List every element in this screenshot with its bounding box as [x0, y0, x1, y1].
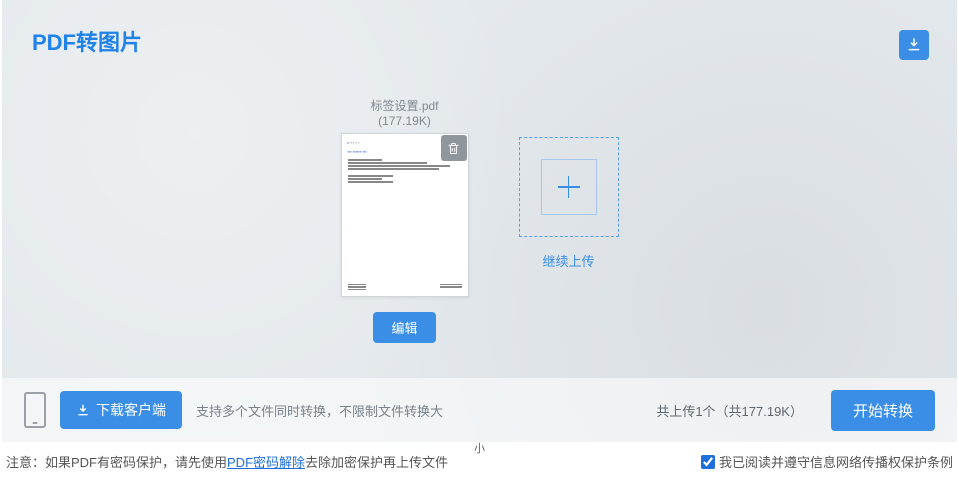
trash-icon: [446, 141, 461, 156]
bottom-bar: 下载客户端 支持多个文件同时转换，不限制文件转换大 共上传1个（共177.19K…: [2, 378, 957, 442]
download-tip: 支持多个文件同时转换，不限制文件转换大: [196, 401, 443, 420]
edit-button[interactable]: 编辑: [373, 312, 435, 343]
agree-label: 我已阅读并遵守信息网络传播权保护条例: [719, 452, 953, 471]
main-panel: PDF转图片 标签设置.pdf (177.19K) ▸ ▪ ▪ ▪ ▪▪▪ ▪▪…: [2, 0, 957, 442]
agree-checkbox[interactable]: [701, 455, 715, 469]
page-title: PDF转图片: [32, 25, 927, 57]
file-size: (177.19K): [341, 114, 469, 128]
content-area: 标签设置.pdf (177.19K) ▸ ▪ ▪ ▪ ▪▪▪ ▪▪▪ ▪▪▪▪▪…: [32, 97, 927, 343]
agree-wrap[interactable]: 我已阅读并遵守信息网络传播权保护条例: [701, 452, 953, 471]
file-name: 标签设置.pdf: [341, 97, 469, 114]
download-client-button[interactable]: 下载客户端: [60, 391, 182, 429]
add-more-label: 继续上传: [519, 251, 619, 270]
small-hint: 小: [474, 440, 485, 456]
notice-prefix: 注意：如果PDF有密码保护，请先使用: [6, 452, 227, 471]
add-more-area[interactable]: 继续上传: [519, 137, 619, 343]
add-more-box[interactable]: [519, 137, 619, 237]
file-item: 标签设置.pdf (177.19K) ▸ ▪ ▪ ▪ ▪▪▪ ▪▪▪ ▪▪▪▪▪…: [341, 97, 469, 343]
phone-icon: [24, 392, 46, 428]
notice-suffix: 去除加密保护再上传文件: [305, 452, 448, 471]
plus-icon: [541, 159, 597, 215]
delete-file-button[interactable]: [441, 135, 467, 161]
pdf-password-remove-link[interactable]: PDF密码解除: [227, 452, 305, 471]
download-icon: [76, 403, 90, 417]
download-top-button[interactable]: [899, 30, 929, 60]
start-convert-button[interactable]: 开始转换: [831, 390, 935, 431]
download-client-label: 下载客户端: [96, 400, 166, 420]
upload-summary: 共上传1个（共177.19K）: [656, 401, 803, 420]
thumbnail-wrap: ▸ ▪ ▪ ▪ ▪▪▪ ▪▪▪ ▪▪▪▪▪▪ ▪▪▪: [341, 133, 469, 297]
download-icon: [906, 37, 922, 53]
